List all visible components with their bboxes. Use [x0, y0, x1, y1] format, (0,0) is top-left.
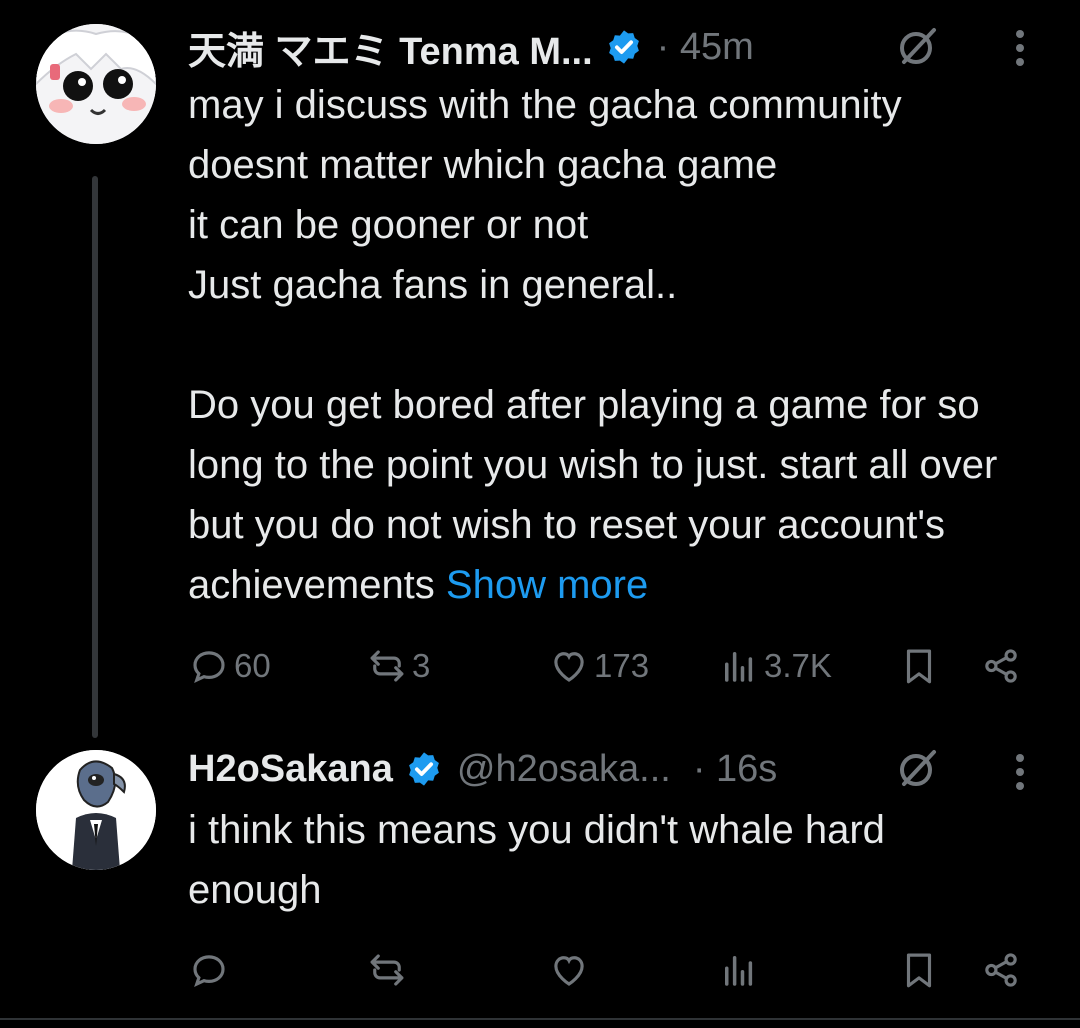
display-name[interactable]: 天満 マエミ Tenma M...: [188, 20, 593, 75]
more-vertical-icon[interactable]: [1013, 26, 1027, 70]
repost-icon: [370, 650, 404, 682]
share-button[interactable]: [980, 642, 1022, 690]
tweet-text: i think this means you didn't whale hard…: [188, 800, 1018, 920]
repost-button[interactable]: [366, 946, 412, 994]
tweet-header: 天満 マエミ Tenma M... · 45m: [188, 20, 754, 75]
divider: [0, 1018, 1080, 1020]
bookmark-icon: [906, 649, 932, 684]
like-count: 173: [594, 647, 650, 684]
repost-button[interactable]: 3: [366, 642, 430, 690]
like-icon: [554, 652, 584, 682]
views-count: 3.7K: [764, 647, 832, 684]
reply-button[interactable]: 60: [188, 642, 271, 690]
repost-icon: [370, 954, 404, 986]
tweet-text-content: i think this means you didn't whale hard…: [188, 808, 897, 912]
tweet-2[interactable]: H2oSakana @h2osaka... · 16s i think this…: [0, 740, 1080, 1020]
tweet-actions: 60 3 173 3.7K: [188, 642, 1028, 690]
reply-button[interactable]: [188, 946, 234, 994]
tweet-1[interactable]: 天満 マエミ Tenma M... · 45m may i discuss wi…: [0, 0, 1080, 740]
verified-badge-icon: [608, 30, 639, 64]
reply-count: 60: [234, 647, 271, 684]
like-button[interactable]: [548, 946, 594, 994]
grok-slash-icon[interactable]: [896, 24, 940, 68]
avatar[interactable]: [36, 750, 156, 870]
grok-slash-icon[interactable]: [896, 746, 940, 790]
bookmark-button[interactable]: [898, 642, 940, 690]
like-icon: [554, 956, 584, 986]
views-button[interactable]: [718, 946, 764, 994]
tweet-header: H2oSakana @h2osaka... · 16s: [188, 744, 777, 794]
tweet-text-content: may i discuss with the gacha community d…: [188, 83, 998, 607]
tweet-timestamp[interactable]: · 16s: [693, 748, 777, 791]
tweet-text: may i discuss with the gacha community d…: [188, 75, 1058, 615]
user-handle[interactable]: @h2osaka...: [457, 748, 671, 791]
bookmark-icon: [906, 953, 932, 988]
tweet-actions: [188, 946, 1028, 994]
views-button[interactable]: 3.7K: [718, 642, 832, 690]
share-icon: [985, 649, 1017, 683]
reply-icon: [193, 651, 225, 683]
display-name[interactable]: H2oSakana: [188, 748, 393, 791]
views-icon: [725, 956, 753, 986]
avatar-image: [36, 24, 156, 144]
avatar-image: [36, 750, 156, 870]
like-button[interactable]: 173: [548, 642, 649, 690]
bookmark-button[interactable]: [898, 946, 940, 994]
reply-icon: [193, 955, 225, 987]
views-icon: [725, 652, 753, 682]
repost-count: 3: [412, 647, 431, 684]
verified-badge-icon: [409, 752, 439, 786]
share-button[interactable]: [980, 946, 1022, 994]
more-vertical-icon[interactable]: [1013, 750, 1027, 794]
tweet-timestamp[interactable]: · 45m: [657, 26, 754, 69]
avatar[interactable]: [36, 24, 156, 144]
share-icon: [985, 953, 1017, 987]
show-more-link[interactable]: Show more: [446, 563, 648, 607]
